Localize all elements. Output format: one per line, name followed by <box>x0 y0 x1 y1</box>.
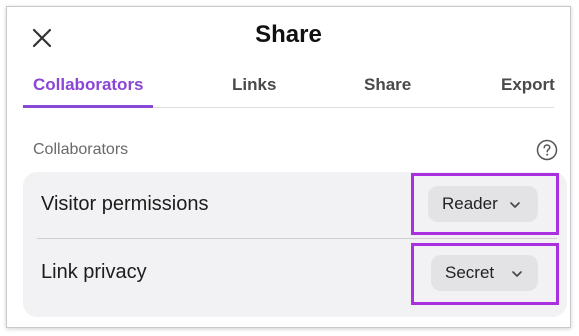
visitor-permissions-dropdown[interactable]: Reader <box>428 186 538 222</box>
tab-bar: Collaborators Links Share Export <box>23 67 555 108</box>
tab-export[interactable]: Export <box>501 67 555 107</box>
chevron-down-icon <box>512 271 522 277</box>
link-privacy-label: Link privacy <box>41 261 147 283</box>
share-dialog: Share Collaborators Links Share Export C… <box>6 6 571 328</box>
dialog-title: Share <box>255 21 322 48</box>
chevron-down-icon <box>510 202 520 208</box>
row-divider <box>37 238 557 239</box>
tab-links[interactable]: Links <box>232 67 276 107</box>
link-privacy-value: Secret <box>445 263 495 282</box>
visitor-permissions-value: Reader <box>442 194 498 213</box>
help-icon[interactable] <box>536 139 558 161</box>
visitor-permissions-label: Visitor permissions <box>41 193 209 215</box>
link-privacy-dropdown[interactable]: Secret <box>431 255 538 291</box>
tab-collaborators[interactable]: Collaborators <box>33 67 144 107</box>
tab-share[interactable]: Share <box>364 67 411 107</box>
section-label: Collaborators <box>33 141 129 158</box>
active-tab-indicator <box>23 105 153 108</box>
